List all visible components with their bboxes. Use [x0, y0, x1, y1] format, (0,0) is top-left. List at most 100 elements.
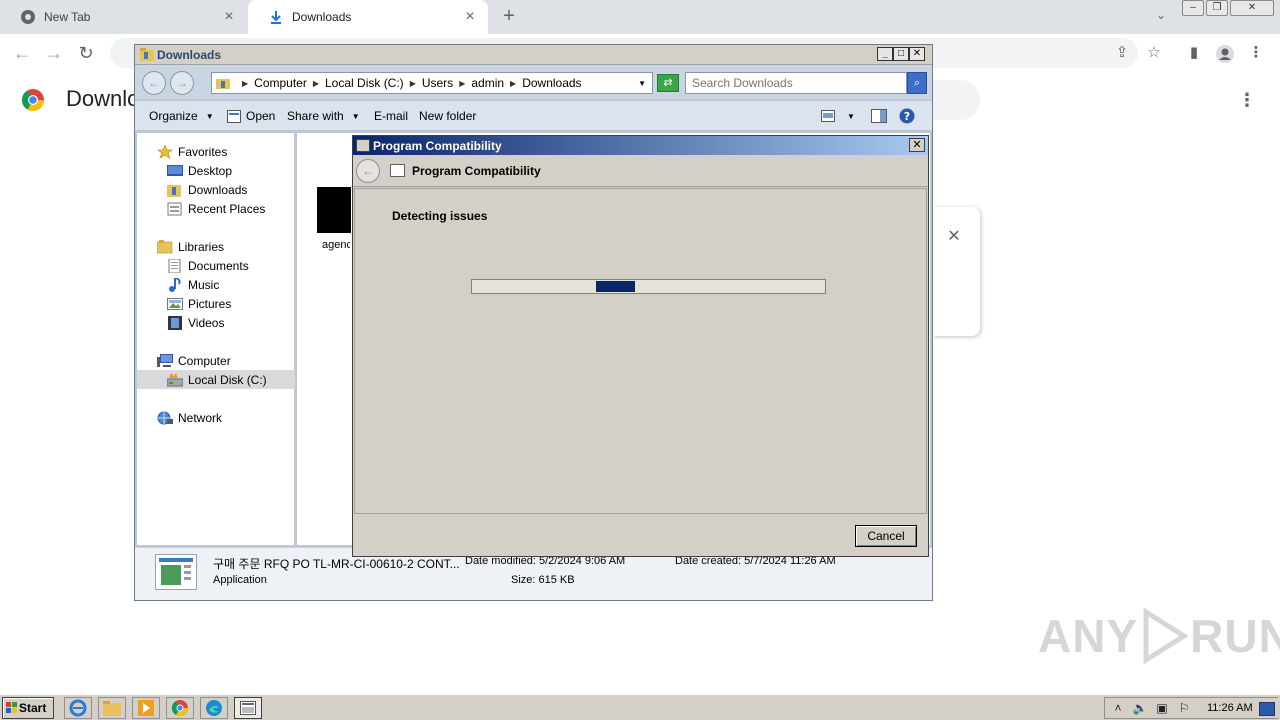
minimize-button[interactable]: –	[1182, 0, 1204, 16]
file-explorer-icon[interactable]	[98, 697, 126, 719]
file-name-label[interactable]: agenc	[322, 239, 350, 251]
forward-arrow-icon[interactable]: →	[170, 71, 194, 95]
back-arrow-icon[interactable]: ←	[356, 159, 380, 183]
breadcrumb-item[interactable]: Computer	[254, 76, 307, 90]
start-label: Start	[19, 701, 47, 715]
open-button[interactable]: Open	[227, 109, 275, 123]
program-compatibility-dialog: Program Compatibility ✕ ← Program Compat…	[352, 135, 929, 557]
nav-network: Network	[137, 408, 295, 427]
start-button[interactable]: Start	[2, 697, 54, 719]
nav-item-pictures[interactable]: Pictures	[137, 294, 295, 313]
nav-item-network[interactable]: Network	[137, 408, 295, 427]
nav-item-music[interactable]: Music	[137, 275, 295, 294]
reload-icon[interactable]: ↻	[74, 42, 98, 64]
nav-computer: Computer Local Disk (C:)	[137, 351, 295, 389]
desktop-icon	[167, 164, 183, 178]
program-compatibility-task-icon[interactable]	[234, 697, 262, 719]
nav-item-local-disk[interactable]: Local Disk (C:)	[137, 370, 295, 389]
change-view-icon[interactable]	[821, 108, 835, 124]
tab-downloads[interactable]: Downloads ×	[248, 0, 488, 34]
email-label: E-mail	[374, 109, 409, 123]
dialog-titlebar[interactable]: Program Compatibility ✕	[353, 136, 928, 155]
nav-label: Local Disk (C:)	[188, 372, 267, 387]
share-icon[interactable]: ⇪	[1112, 44, 1132, 64]
bookmark-star-icon[interactable]: ☆	[1144, 44, 1164, 64]
nav-item-desktop[interactable]: Desktop	[137, 161, 295, 180]
address-dropdown-icon[interactable]: ▼	[638, 79, 646, 88]
taskbar: Start ˄ 🔈 ▣ ⚐ 11:26 AM	[0, 694, 1280, 720]
close-button[interactable]: ✕	[909, 47, 925, 61]
nav-item-videos[interactable]: Videos	[137, 313, 295, 332]
nav-item-favorites[interactable]: Favorites	[137, 142, 295, 161]
folder-icon	[216, 79, 230, 89]
email-button[interactable]: E-mail	[374, 109, 408, 123]
nav-item-libraries[interactable]: Libraries	[137, 237, 295, 256]
minimize-button[interactable]: _	[877, 47, 893, 61]
nav-label: Desktop	[188, 163, 233, 178]
search-input[interactable]	[685, 72, 907, 94]
internet-explorer-icon[interactable]	[64, 697, 92, 719]
action-center-flag-icon[interactable]: ⚐	[1175, 700, 1193, 716]
nav-label: Videos	[188, 315, 225, 330]
breadcrumb[interactable]: ▶ Computer ▶ Local Disk (C:) ▶ Users ▶ a…	[211, 72, 653, 94]
chrome-icon	[20, 9, 36, 25]
recent-places-icon	[167, 202, 183, 216]
clock[interactable]: 11:26 AM	[1207, 702, 1253, 714]
show-hidden-icons-icon[interactable]: ˄	[1109, 700, 1127, 716]
cancel-button[interactable]: Cancel	[855, 525, 917, 547]
volume-icon[interactable]: 🔈	[1131, 700, 1149, 716]
remove-download-icon[interactable]: ✕	[944, 226, 964, 245]
play-logo-icon	[1143, 608, 1189, 664]
star-icon	[157, 143, 173, 159]
dialog-body: Detecting issues	[354, 188, 927, 514]
restore-button[interactable]: ❐	[1206, 0, 1228, 16]
music-icon	[167, 276, 183, 292]
help-icon[interactable]: ?	[899, 108, 915, 124]
side-panel-icon[interactable]: ▮	[1184, 44, 1204, 64]
nav-item-documents[interactable]: Documents	[137, 256, 295, 275]
details-file-type: Application	[213, 574, 267, 586]
back-arrow-icon[interactable]: ←	[10, 42, 34, 64]
close-tab-icon[interactable]: ×	[462, 9, 478, 25]
new-folder-button[interactable]: New folder	[419, 109, 476, 123]
tab-search-chevron-icon[interactable]: ⌄	[1152, 8, 1170, 26]
search-icon[interactable]: ⌕	[907, 72, 927, 94]
media-player-icon[interactable]	[132, 697, 160, 719]
breadcrumb-item[interactable]: Local Disk (C:)	[325, 76, 404, 90]
share-with-button[interactable]: Share with ▼	[287, 109, 360, 123]
breadcrumb-item[interactable]: Downloads	[522, 76, 581, 90]
edge-icon[interactable]	[200, 697, 228, 719]
tab-new-tab[interactable]: New Tab ×	[0, 0, 247, 34]
refresh-icon[interactable]: ⇄	[657, 74, 679, 92]
network-status-icon[interactable]: ▣	[1153, 700, 1171, 716]
page-menu-icon[interactable]: ⋮	[1238, 88, 1256, 112]
file-thumbnail[interactable]	[317, 187, 351, 233]
close-tab-icon[interactable]: ×	[221, 9, 237, 25]
chrome-menu-icon[interactable]: ⋮	[1246, 44, 1266, 64]
close-window-button[interactable]: ✕	[1230, 0, 1274, 16]
browser-tab-strip: New Tab × Downloads × + ⌄ – ❐ ✕	[0, 0, 1280, 34]
nav-item-computer[interactable]: Computer	[137, 351, 295, 370]
nav-item-recent-places[interactable]: Recent Places	[137, 199, 295, 218]
dialog-title: Program Compatibility	[373, 139, 502, 153]
back-arrow-icon[interactable]: ←	[142, 71, 166, 95]
maximize-button[interactable]: □	[893, 47, 909, 61]
folder-icon	[140, 48, 154, 61]
tab-title: New Tab	[44, 10, 91, 24]
anyrun-watermark: ANY RUN	[1038, 608, 1280, 664]
explorer-titlebar[interactable]: Downloads _ □ ✕	[135, 45, 932, 65]
new-tab-button[interactable]: +	[498, 6, 520, 28]
breadcrumb-item[interactable]: admin	[471, 76, 504, 90]
breadcrumb-item[interactable]: Users	[422, 76, 453, 90]
explorer-window-controls: _ □ ✕	[877, 47, 925, 61]
organize-button[interactable]: Organize ▼	[149, 109, 214, 123]
preview-pane-icon[interactable]	[871, 108, 887, 124]
forward-arrow-icon[interactable]: →	[42, 42, 66, 64]
svg-text:?: ?	[904, 110, 910, 123]
show-desktop-icon[interactable]	[1259, 702, 1275, 716]
nav-item-downloads[interactable]: Downloads	[137, 180, 295, 199]
dialog-close-button[interactable]: ✕	[909, 138, 925, 152]
view-options-chevron-icon[interactable]: ▼	[847, 108, 855, 124]
profile-avatar-icon[interactable]	[1215, 44, 1235, 64]
chrome-icon[interactable]	[166, 697, 194, 719]
